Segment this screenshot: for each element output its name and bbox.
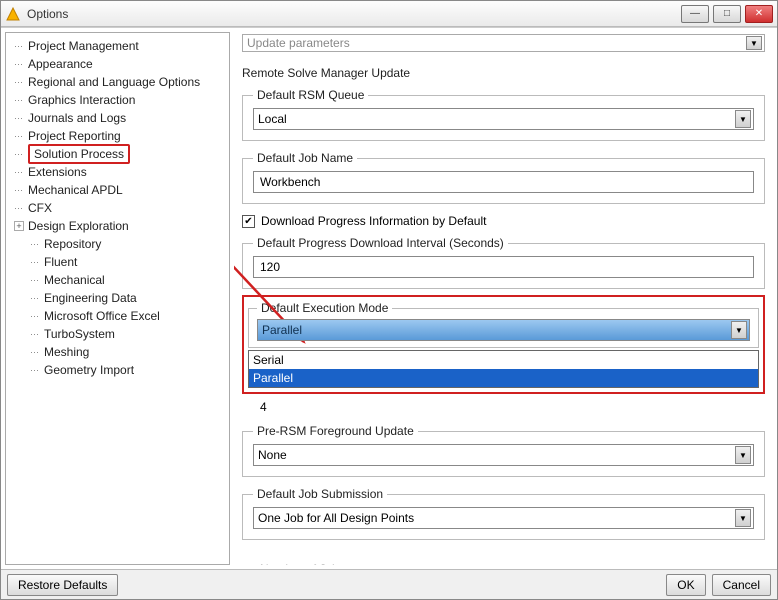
footer: Restore Defaults OK Cancel <box>1 569 777 599</box>
section-title: Remote Solve Manager Update <box>242 66 765 80</box>
tree-item-design-exploration[interactable]: +Design Exploration <box>8 217 227 235</box>
interval-group: Default Progress Download Interval (Seco… <box>242 236 765 289</box>
update-parameters-combo[interactable]: Update parameters ▼ <box>242 34 765 52</box>
body: ⋯Project Management ⋯Appearance ⋯Regiona… <box>1 27 777 569</box>
exec-mode-highlight: Default Execution Mode Parallel ▼ Serial… <box>242 295 765 394</box>
tree-item-geometry-import[interactable]: ⋯Geometry Import <box>8 361 227 379</box>
tree-item-regional[interactable]: ⋯Regional and Language Options <box>8 73 227 91</box>
exec-mode-group: Default Execution Mode Parallel ▼ <box>248 301 759 348</box>
restore-defaults-button[interactable]: Restore Defaults <box>7 574 118 596</box>
tree-item-meshing[interactable]: ⋯Meshing <box>8 343 227 361</box>
pre-rsm-label: Pre-RSM Foreground Update <box>253 424 418 438</box>
options-window: Options — □ ✕ ⋯Project Management ⋯Appea… <box>0 0 778 600</box>
pre-rsm-combo[interactable]: None ▼ <box>253 444 754 466</box>
ok-button[interactable]: OK <box>666 574 705 596</box>
num-jobs-group: Number of Jobs <box>242 550 765 565</box>
tree-item-turbosystem[interactable]: ⋯TurboSystem <box>8 325 227 343</box>
chevron-down-icon: ▼ <box>735 446 751 464</box>
exec-mode-combo[interactable]: Parallel ▼ <box>257 319 750 341</box>
tree-item-appearance[interactable]: ⋯Appearance <box>8 55 227 73</box>
tree-item-mechanical-apdl[interactable]: ⋯Mechanical APDL <box>8 181 227 199</box>
chevron-down-icon: ▼ <box>735 509 751 527</box>
main-panel: Update parameters ▼ Remote Solve Manager… <box>234 32 773 565</box>
processes-value: 4 <box>260 400 765 414</box>
rsm-queue-combo[interactable]: Local ▼ <box>253 108 754 130</box>
tree-item-reporting[interactable]: ⋯Project Reporting <box>8 127 227 145</box>
chevron-down-icon: ▼ <box>735 110 751 128</box>
download-progress-checkbox[interactable]: ✔ Download Progress Information by Defau… <box>242 214 765 228</box>
tree-item-project-management[interactable]: ⋯Project Management <box>8 37 227 55</box>
tree-item-cfx[interactable]: ⋯CFX <box>8 199 227 217</box>
checkbox-icon: ✔ <box>242 215 255 228</box>
expand-icon[interactable]: + <box>14 221 24 231</box>
tree-item-mechanical[interactable]: ⋯Mechanical <box>8 271 227 289</box>
job-name-group: Default Job Name <box>242 151 765 204</box>
tree-item-journals[interactable]: ⋯Journals and Logs <box>8 109 227 127</box>
chevron-down-icon: ▼ <box>731 321 747 339</box>
job-name-label: Default Job Name <box>253 151 357 165</box>
tree-item-extensions[interactable]: ⋯Extensions <box>8 163 227 181</box>
exec-mode-label: Default Execution Mode <box>257 301 392 315</box>
tree-item-solution-process[interactable]: ⋯Solution Process <box>8 145 227 163</box>
job-name-input[interactable] <box>253 171 754 193</box>
exec-mode-dropdown[interactable]: Serial Parallel <box>248 350 759 388</box>
tree-item-ms-excel[interactable]: ⋯Microsoft Office Excel <box>8 307 227 325</box>
exec-mode-option-serial[interactable]: Serial <box>249 351 758 369</box>
job-submission-label: Default Job Submission <box>253 487 387 501</box>
app-icon <box>5 6 21 22</box>
interval-label: Default Progress Download Interval (Seco… <box>253 236 508 250</box>
interval-input[interactable] <box>253 256 754 278</box>
job-submission-group: Default Job Submission One Job for All D… <box>242 487 765 540</box>
tree-item-fluent[interactable]: ⋯Fluent <box>8 253 227 271</box>
tree-item-repository[interactable]: ⋯Repository <box>8 235 227 253</box>
tree-item-engineering-data[interactable]: ⋯Engineering Data <box>8 289 227 307</box>
minimize-button[interactable]: — <box>681 5 709 23</box>
window-title: Options <box>27 7 681 21</box>
chevron-down-icon: ▼ <box>746 36 762 50</box>
num-jobs-label: Number of Jobs <box>260 562 755 565</box>
window-buttons: — □ ✕ <box>681 5 773 23</box>
rsm-queue-group: Default RSM Queue Local ▼ <box>242 88 765 141</box>
exec-mode-option-parallel[interactable]: Parallel <box>249 369 758 387</box>
tree-item-graphics[interactable]: ⋯Graphics Interaction <box>8 91 227 109</box>
nav-tree[interactable]: ⋯Project Management ⋯Appearance ⋯Regiona… <box>5 32 230 565</box>
rsm-queue-label: Default RSM Queue <box>253 88 368 102</box>
pre-rsm-group: Pre-RSM Foreground Update None ▼ <box>242 424 765 477</box>
titlebar: Options — □ ✕ <box>1 1 777 27</box>
maximize-button[interactable]: □ <box>713 5 741 23</box>
close-button[interactable]: ✕ <box>745 5 773 23</box>
cancel-button[interactable]: Cancel <box>712 574 771 596</box>
job-submission-combo[interactable]: One Job for All Design Points ▼ <box>253 507 754 529</box>
